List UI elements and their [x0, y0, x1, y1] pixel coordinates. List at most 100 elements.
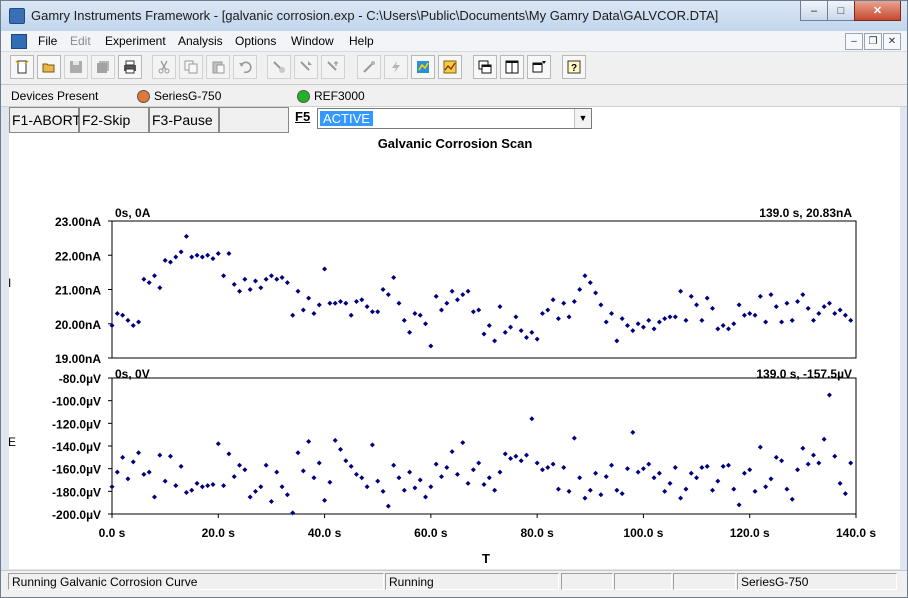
toolbar: ? — [1, 52, 907, 85]
data-point — [125, 317, 131, 323]
window-list-button[interactable] — [527, 55, 551, 79]
data-point — [502, 451, 508, 457]
status-state: Running — [385, 573, 559, 590]
data-point — [587, 280, 593, 286]
data-point — [763, 319, 769, 325]
app-icon[interactable] — [9, 8, 25, 24]
data-point — [598, 302, 604, 308]
data-point — [630, 328, 636, 334]
y-tick-label: 21.00nA — [55, 284, 101, 298]
data-point — [848, 317, 854, 323]
data-point — [492, 487, 498, 493]
menu-analysis[interactable]: Analysis — [178, 34, 223, 48]
menu-edit[interactable]: Edit — [70, 34, 91, 48]
menu-options[interactable]: Options — [235, 34, 276, 48]
data-point — [152, 494, 158, 500]
data-point — [640, 324, 646, 330]
lightning-button[interactable] — [384, 55, 408, 79]
document-icon[interactable] — [11, 34, 27, 49]
data-point — [842, 312, 848, 318]
status-pane-empty — [673, 573, 736, 590]
data-point — [194, 480, 200, 486]
new-button[interactable] — [10, 55, 34, 79]
menu-help[interactable]: Help — [349, 34, 374, 48]
current-plot: I 0s, 0A 139.0 s, 20.83nA 23.00nA 22.00nA… — [9, 206, 857, 366]
close-button[interactable]: ✕ — [854, 1, 901, 21]
save-all-button[interactable] — [91, 55, 115, 79]
data-point — [205, 483, 211, 489]
data-point — [252, 488, 258, 494]
data-point — [364, 484, 370, 490]
run-icon — [363, 61, 375, 73]
window-list-icon — [532, 61, 546, 73]
x-tick-label: 40.0 s — [308, 526, 342, 540]
data-point — [120, 454, 126, 460]
voltage-plot: E 0s, 0V 139.0 s, -157.5µV -80.0µV -100.0… — [9, 367, 876, 540]
tile-button[interactable] — [500, 55, 524, 79]
replace-button[interactable] — [321, 55, 345, 79]
title-bar[interactable]: Gamry Instruments Framework - [galvanic … — [1, 1, 907, 31]
data-point — [178, 463, 184, 469]
paste-button[interactable] — [206, 55, 230, 79]
data-point — [577, 287, 583, 292]
data-point — [465, 480, 471, 486]
script-button[interactable] — [411, 55, 435, 79]
minimize-button[interactable]: – — [800, 1, 828, 21]
x-tick-label: 0.0 s — [99, 526, 126, 540]
mdi-minimize-button[interactable]: – — [845, 33, 863, 50]
data-point — [821, 304, 827, 310]
chart-button[interactable] — [438, 55, 462, 79]
data-point — [173, 483, 179, 489]
data-point — [215, 251, 221, 257]
data-point — [571, 298, 577, 304]
undo-button[interactable] — [233, 55, 257, 79]
y-tick-label: -200.0µV — [52, 508, 101, 522]
x-tick-label: 60.0 s — [414, 526, 448, 540]
status-pane-empty — [561, 573, 613, 590]
device-name: SeriesG-750 — [154, 89, 222, 103]
open-button[interactable] — [37, 55, 61, 79]
cut-button[interactable] — [152, 55, 176, 79]
data-point — [141, 276, 147, 282]
data-point — [210, 482, 216, 488]
data-point — [274, 276, 280, 282]
copy-button[interactable] — [179, 55, 203, 79]
data-point — [465, 288, 471, 294]
data-point — [460, 292, 466, 298]
run-button[interactable] — [357, 55, 381, 79]
data-point — [821, 436, 827, 442]
data-point — [311, 310, 317, 316]
find-button[interactable] — [267, 55, 291, 79]
maximize-button[interactable]: □ — [827, 1, 855, 21]
print-button[interactable] — [118, 55, 142, 79]
data-point — [391, 462, 397, 468]
lightning-icon — [392, 61, 400, 73]
data-point — [789, 317, 795, 323]
data-point — [741, 470, 747, 476]
menu-window[interactable]: Window — [291, 34, 334, 48]
save-all-icon — [97, 61, 109, 73]
data-point — [258, 285, 264, 291]
data-point — [524, 452, 530, 458]
cascade-button[interactable] — [473, 55, 497, 79]
data-point — [810, 452, 816, 458]
help-button[interactable]: ? — [562, 55, 586, 79]
devices-bar: Devices Present SeriesG-750 REF3000 — [1, 85, 907, 107]
menu-experiment[interactable]: Experiment — [105, 34, 166, 48]
mdi-close-button[interactable]: ✕ — [883, 33, 901, 50]
data-point — [715, 478, 721, 484]
data-point — [401, 487, 407, 493]
data-point — [311, 475, 317, 481]
data-point — [582, 495, 588, 501]
data-point — [662, 488, 668, 494]
data-point — [524, 334, 530, 340]
data-point — [136, 450, 142, 456]
save-icon — [70, 61, 82, 73]
menu-file[interactable]: File — [38, 34, 57, 48]
data-point — [284, 280, 290, 286]
data-point — [795, 298, 801, 304]
save-button[interactable] — [64, 55, 88, 79]
find-next-button[interactable] — [294, 55, 318, 79]
data-point — [268, 273, 274, 279]
mdi-restore-button[interactable]: ❐ — [864, 33, 882, 50]
